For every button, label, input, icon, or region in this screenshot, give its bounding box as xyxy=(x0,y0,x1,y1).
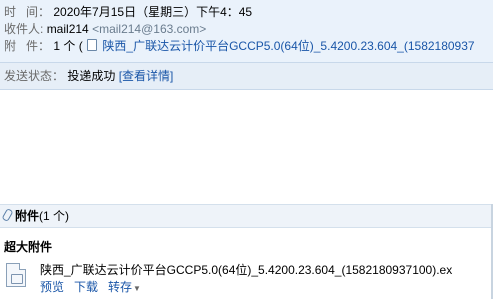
attachment-row: 附 件： 1 个 ( 陕西_广联达云计价平台GCCP5.0(64位)_5.420… xyxy=(4,38,475,55)
attachments-header: 附件(1 个) xyxy=(0,204,493,228)
attachments-title: 附件 xyxy=(15,209,40,223)
status-label: 发送状态： xyxy=(4,69,65,83)
attachment-link[interactable]: 陕西_广联达云计价平台GCCP5.0(64位)_5.4200.23.604_(1… xyxy=(102,39,474,53)
attachment-count: 1 个 ( xyxy=(53,39,83,53)
time-value: 2020年7月15日（星期三）下午4：45 xyxy=(53,5,253,19)
recipient-email[interactable]: <mail214@163.com> xyxy=(92,22,206,36)
status-value: 投递成功 xyxy=(67,69,116,83)
view-details-link[interactable]: [查看详情] xyxy=(119,69,174,83)
attachment-file-name[interactable]: 陕西_广联达云计价平台GCCP5.0(64位)_5.4200.23.604_(1… xyxy=(40,262,452,278)
delivery-status-bar: 发送状态： 投递成功 [查看详情] xyxy=(0,62,493,90)
time-row: 时 间： 2020年7月15日（星期三）下午4：45 xyxy=(4,4,252,21)
forward-label: 转存 xyxy=(108,280,133,294)
time-label: 时 间： xyxy=(4,5,51,19)
chevron-down-icon: ▼ xyxy=(133,284,141,293)
file-icon xyxy=(87,39,98,51)
super-attachment-title: 超大附件 xyxy=(4,240,53,254)
recipient-row: 收件人: mail214 <mail214@163.com> xyxy=(4,21,206,38)
file-icon xyxy=(6,263,26,287)
attachment-actions: 预览 下载 转存▼ xyxy=(40,279,151,297)
forward-link[interactable]: 转存▼ xyxy=(108,280,141,294)
preview-link[interactable]: 预览 xyxy=(40,280,64,294)
paperclip-icon xyxy=(1,208,14,222)
download-link[interactable]: 下载 xyxy=(74,280,98,294)
attachments-count: (1 个) xyxy=(39,209,70,223)
recipient-label: 收件人: xyxy=(4,22,44,36)
recipient-name[interactable]: mail214 xyxy=(47,22,89,36)
email-header: 时 间： 2020年7月15日（星期三）下午4：45 收件人: mail214 … xyxy=(0,0,493,62)
attachment-label: 附 件： xyxy=(4,39,51,53)
